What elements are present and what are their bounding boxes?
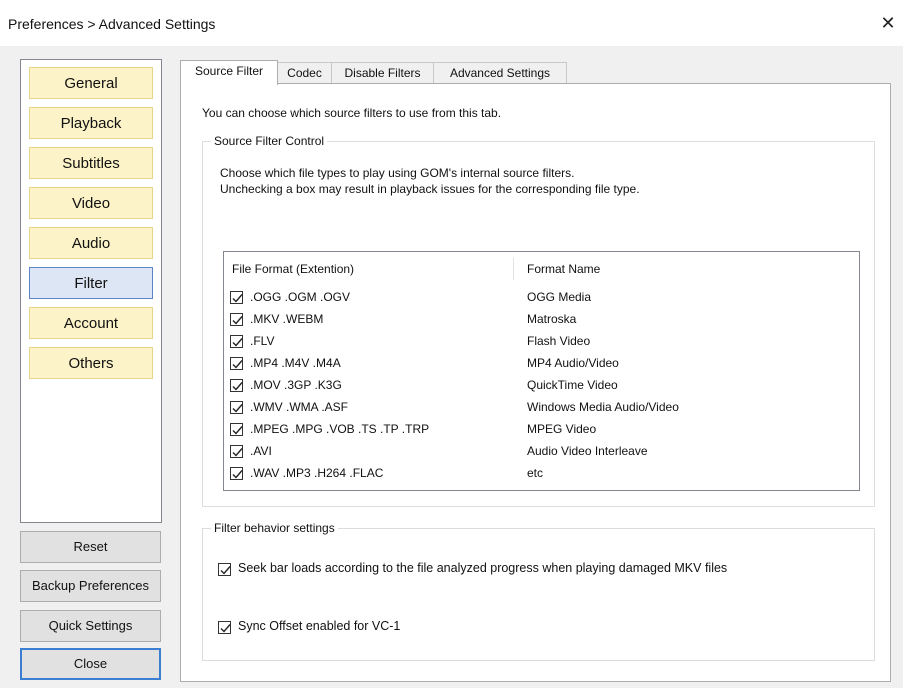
row-checkbox[interactable] xyxy=(230,357,243,370)
row-format-name: QuickTime Video xyxy=(527,378,618,392)
sidebar-item-video[interactable]: Video xyxy=(29,187,153,219)
sidebar-item-playback[interactable]: Playback xyxy=(29,107,153,139)
row-checkbox[interactable] xyxy=(230,379,243,392)
seek-bar-option-label[interactable]: Seek bar loads according to the file ana… xyxy=(238,561,727,575)
reset-button[interactable]: Reset xyxy=(20,531,161,563)
row-checkbox[interactable] xyxy=(230,467,243,480)
column-divider[interactable] xyxy=(513,258,514,280)
row-extension: .AVI xyxy=(250,444,272,458)
row-extension: .FLV xyxy=(250,334,275,348)
table-row[interactable]: .FLV Flash Video xyxy=(224,331,859,353)
intro-text: You can choose which source filters to u… xyxy=(202,106,502,120)
title-bar: Preferences > Advanced Settings ✕ xyxy=(0,0,903,46)
window-title: Preferences > Advanced Settings xyxy=(8,16,216,32)
tab-disable-filters[interactable]: Disable Filters xyxy=(331,62,434,84)
description-line-1: Choose which file types to play using GO… xyxy=(220,166,575,180)
row-format-name: Windows Media Audio/Video xyxy=(527,400,679,414)
table-row[interactable]: .AVI Audio Video Interleave xyxy=(224,441,859,463)
row-format-name: OGG Media xyxy=(527,290,592,304)
row-checkbox[interactable] xyxy=(230,291,243,304)
row-format-name: etc xyxy=(527,466,544,480)
row-format-name: Matroska xyxy=(527,312,577,326)
table-row[interactable]: .WAV .MP3 .H264 .FLAC etc xyxy=(224,463,859,485)
close-button[interactable]: Close xyxy=(20,648,161,680)
column-header-extension[interactable]: File Format (Extention) xyxy=(232,262,354,276)
table-row[interactable]: .WMV .WMA .ASF Windows Media Audio/Video xyxy=(224,397,859,419)
option-checkbox[interactable] xyxy=(218,563,231,576)
row-extension: .OGG .OGM .OGV xyxy=(250,290,351,304)
group-legend: Source Filter Control xyxy=(211,134,328,148)
row-checkbox[interactable] xyxy=(230,335,243,348)
tab-codec[interactable]: Codec xyxy=(277,62,332,84)
group-legend: Filter behavior settings xyxy=(211,521,338,535)
row-checkbox[interactable] xyxy=(230,423,243,436)
close-icon[interactable]: ✕ xyxy=(875,10,901,36)
row-extension: .WMV .WMA .ASF xyxy=(250,400,348,414)
filter-behavior-group: Filter behavior settings xyxy=(202,521,875,661)
row-extension: .WAV .MP3 .H264 .FLAC xyxy=(250,466,384,480)
quick-settings-button[interactable]: Quick Settings xyxy=(20,610,161,642)
tab-advanced-settings[interactable]: Advanced Settings xyxy=(433,62,567,84)
sidebar-item-subtitles[interactable]: Subtitles xyxy=(29,147,153,179)
sync-offset-option-label[interactable]: Sync Offset enabled for VC-1 xyxy=(238,619,400,633)
row-format-name: Audio Video Interleave xyxy=(527,444,648,458)
table-row[interactable]: .MP4 .M4V .M4A MP4 Audio/Video xyxy=(224,353,859,375)
tab-source-filter[interactable]: Source Filter xyxy=(180,60,278,85)
table-row[interactable]: .MOV .3GP .K3G QuickTime Video xyxy=(224,375,859,397)
table-row[interactable]: .MKV .WEBM Matroska xyxy=(224,309,859,331)
sidebar-item-others[interactable]: Others xyxy=(29,347,153,379)
row-extension: .MP4 .M4V .M4A xyxy=(250,356,341,370)
sidebar-item-account[interactable]: Account xyxy=(29,307,153,339)
description-line-2: Unchecking a box may result in playback … xyxy=(220,182,640,196)
category-sidebar: General Playback Subtitles Video Audio F… xyxy=(20,59,162,523)
row-extension: .MKV .WEBM xyxy=(250,312,324,326)
row-format-name: MP4 Audio/Video xyxy=(527,356,619,370)
backup-preferences-button[interactable]: Backup Preferences xyxy=(20,570,161,602)
sidebar-item-general[interactable]: General xyxy=(29,67,153,99)
source-filter-panel: You can choose which source filters to u… xyxy=(180,83,891,682)
row-extension: .MOV .3GP .K3G xyxy=(250,378,342,392)
row-format-name: Flash Video xyxy=(527,334,591,348)
file-format-list[interactable]: File Format (Extention) Format Name .OGG… xyxy=(223,251,860,491)
row-extension: .MPEG .MPG .VOB .TS .TP .TRP xyxy=(250,422,430,436)
option-checkbox[interactable] xyxy=(218,621,231,634)
row-checkbox[interactable] xyxy=(230,401,243,414)
table-row[interactable]: .MPEG .MPG .VOB .TS .TP .TRP MPEG Video xyxy=(224,419,859,441)
row-format-name: MPEG Video xyxy=(527,422,597,436)
sidebar-item-audio[interactable]: Audio xyxy=(29,227,153,259)
row-checkbox[interactable] xyxy=(230,445,243,458)
sidebar-item-filter[interactable]: Filter xyxy=(29,267,153,299)
column-header-format-name[interactable]: Format Name xyxy=(527,262,600,276)
row-checkbox[interactable] xyxy=(230,313,243,326)
table-row[interactable]: .OGG .OGM .OGV OGG Media xyxy=(224,287,859,309)
